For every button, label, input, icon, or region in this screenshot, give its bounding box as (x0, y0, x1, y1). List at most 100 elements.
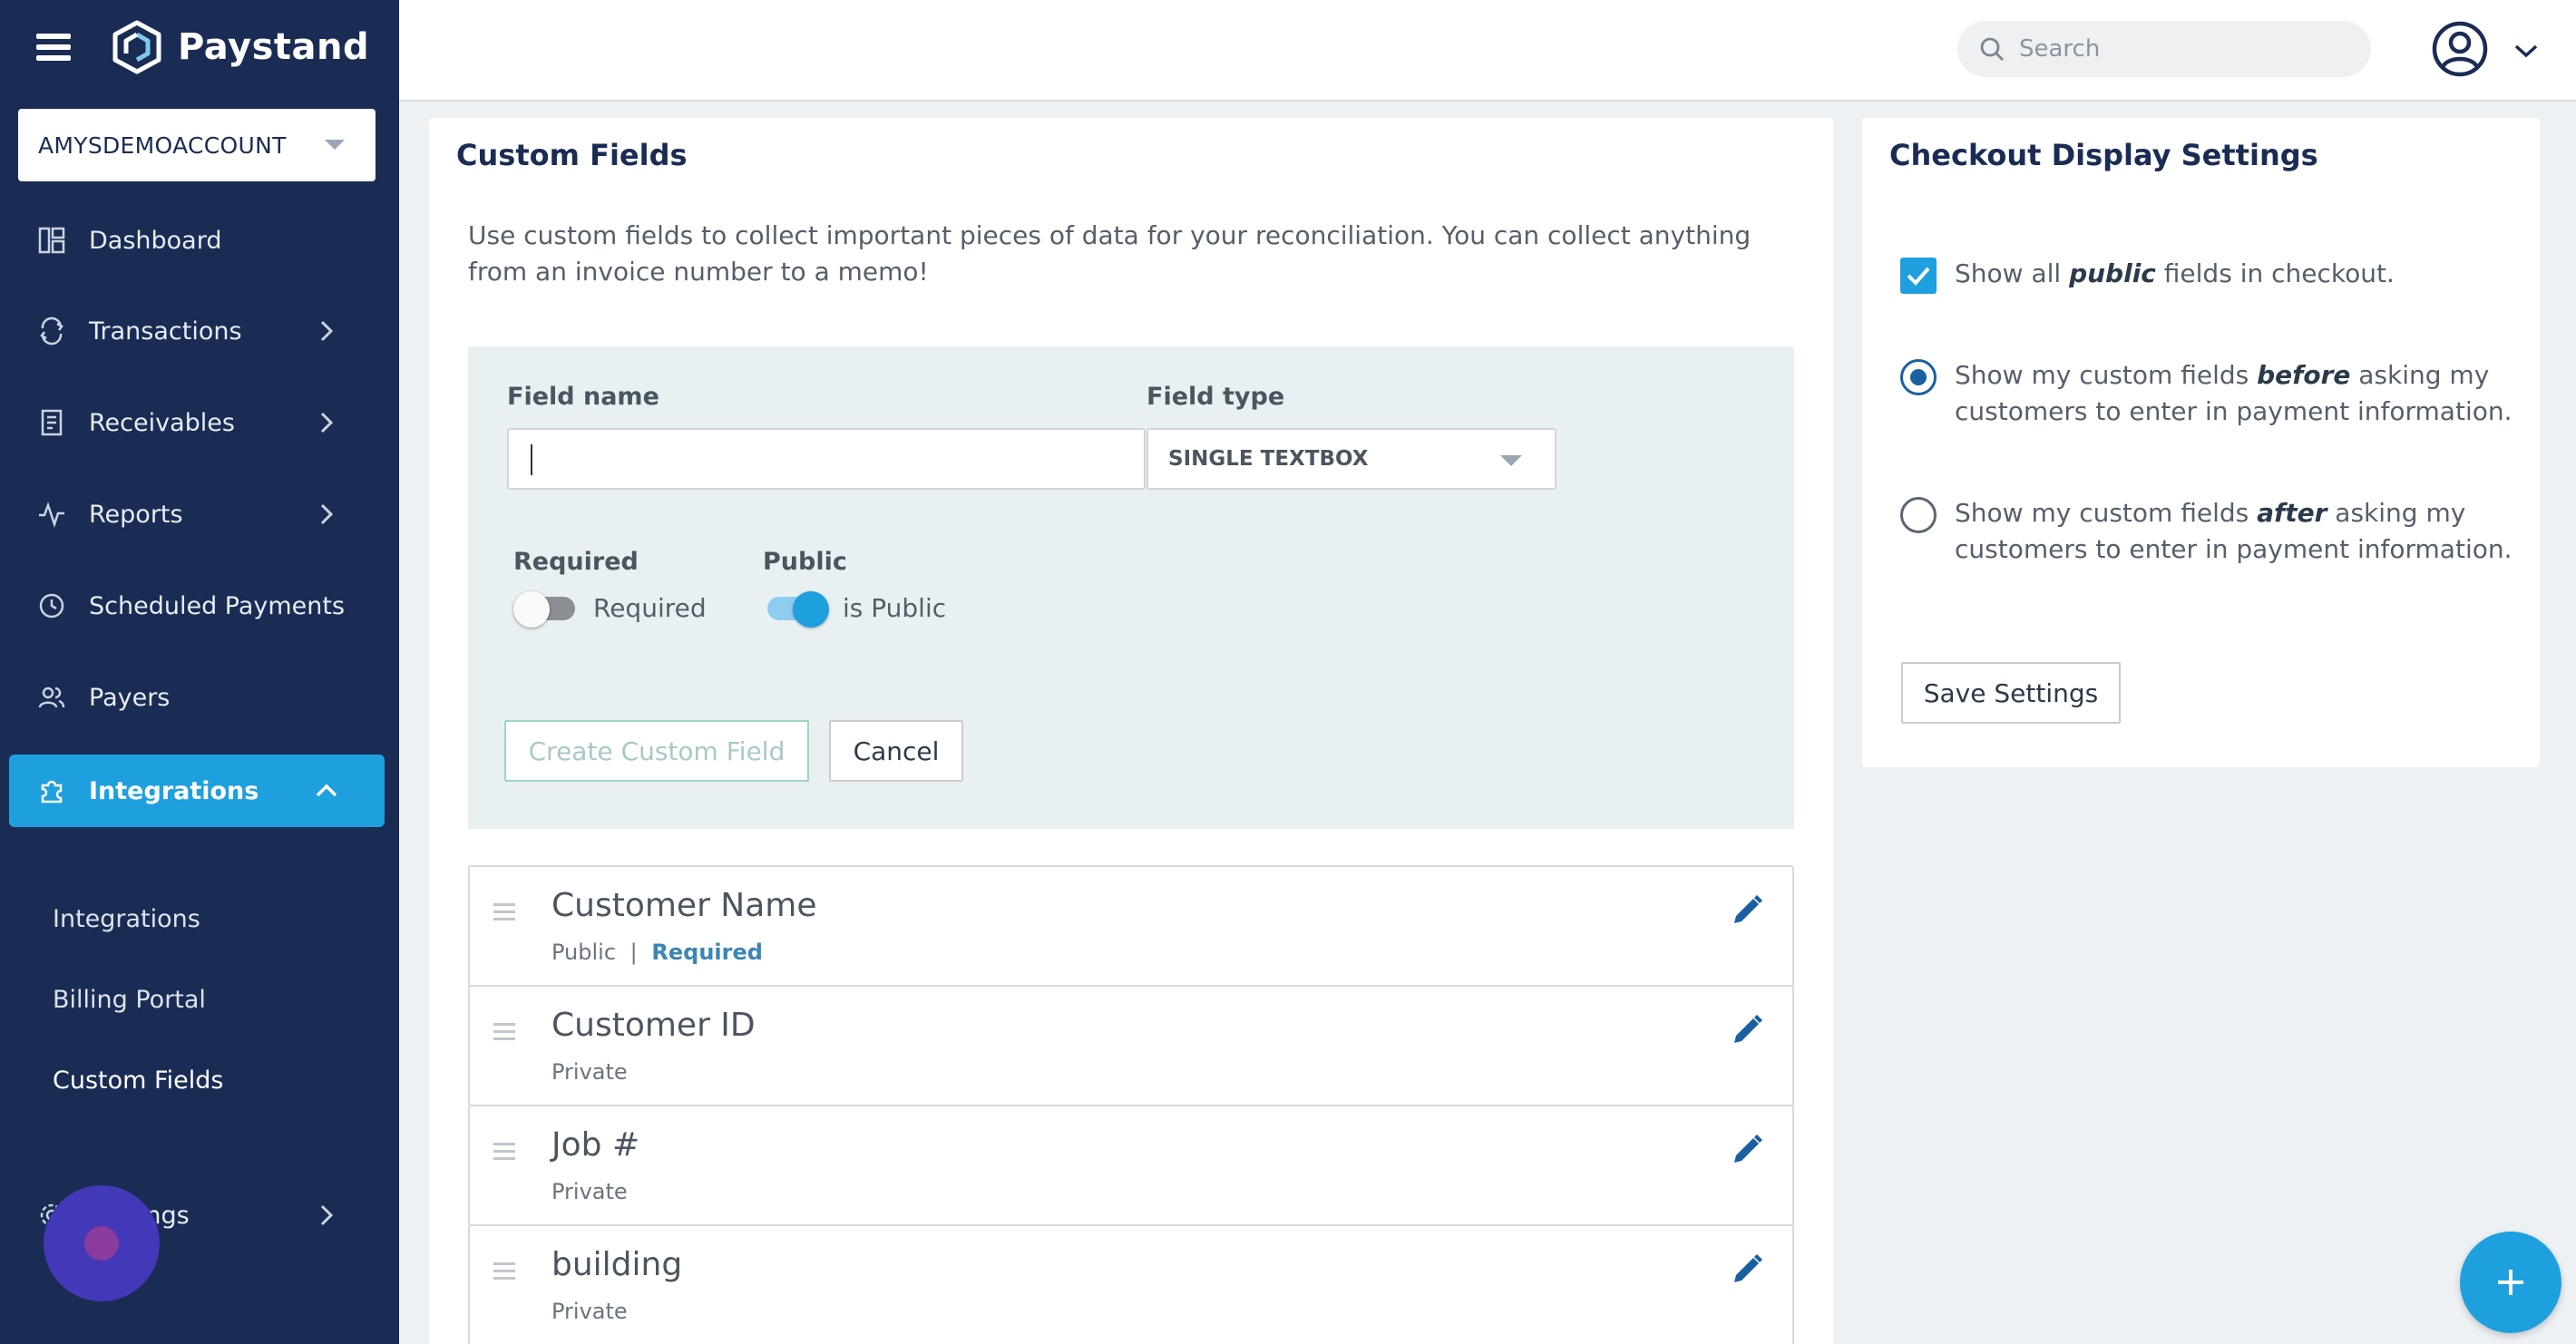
nav-dashboard[interactable]: Dashboard (9, 204, 385, 277)
topbar (399, 0, 2576, 102)
field-type-select[interactable]: SINGLE TEXTBOX (1147, 428, 1556, 490)
nav-reports-label: Reports (89, 500, 183, 529)
after-radio[interactable] (1900, 497, 1937, 533)
before-radio[interactable] (1900, 359, 1937, 395)
required-label: Required (513, 548, 639, 576)
custom-fields-card: Custom Fields Use custom fields to colle… (429, 118, 1833, 1344)
after-option-label: Show my custom fields after asking my cu… (1955, 495, 2517, 568)
show-public-checkbox[interactable] (1900, 258, 1937, 294)
puzzle-icon (36, 775, 67, 806)
field-title: Job # (551, 1126, 640, 1164)
nav-payers[interactable]: Payers (9, 661, 385, 734)
pencil-icon[interactable] (1729, 892, 1765, 929)
settings-title: Checkout Display Settings (1889, 138, 2318, 172)
text-emphasis: public (2069, 258, 2156, 288)
nav-payers-label: Payers (89, 683, 171, 712)
account-name: AMYSDEMOACCOUNT (38, 131, 287, 159)
drag-handle-icon[interactable] (493, 1143, 515, 1164)
field-meta: Private (551, 1059, 628, 1085)
pencil-icon[interactable] (1729, 1251, 1765, 1288)
field-meta: Private (551, 1299, 628, 1324)
text-fragment: Show all (1955, 258, 2070, 288)
text-fragment: Show my custom fields (1955, 498, 2258, 528)
nav-transactions[interactable]: Transactions (9, 295, 385, 367)
chevron-right-icon (320, 412, 334, 433)
list-item[interactable]: Customer Name Public | Required (468, 865, 1794, 987)
field-title: Customer Name (551, 887, 817, 924)
text-fragment: Show my custom fields (1955, 360, 2258, 390)
nav-transactions-label: Transactions (89, 317, 242, 346)
chat-icon (84, 1226, 119, 1261)
nav-scheduled-payments-label: Scheduled Payments (89, 591, 346, 620)
chevron-right-icon (320, 1204, 334, 1226)
drag-handle-icon[interactable] (493, 903, 515, 925)
caret-down-icon (1500, 455, 1522, 466)
drag-handle-icon[interactable] (493, 1262, 515, 1284)
field-title: building (551, 1246, 683, 1283)
meta-separator: | (629, 940, 638, 965)
required-toggle-label: Required (593, 593, 707, 623)
chevron-right-icon (320, 503, 334, 525)
field-type-label: Field type (1147, 383, 1285, 411)
list-item[interactable]: Job # Private (468, 1105, 1794, 1226)
nav-reports[interactable]: Reports (9, 478, 385, 550)
subnav-custom-fields[interactable]: Custom Fields (53, 1066, 223, 1095)
field-visibility: Public (551, 940, 617, 965)
transactions-icon (36, 316, 67, 346)
search-input[interactable] (2019, 35, 2346, 63)
required-badge: Required (651, 940, 763, 965)
create-custom-field-button[interactable]: Create Custom Field (504, 720, 809, 782)
custom-fields-list: Customer Name Public | Required Customer… (468, 865, 1794, 1344)
page-title: Custom Fields (456, 138, 688, 172)
field-meta: Private (551, 1179, 628, 1204)
public-toggle[interactable] (764, 589, 829, 628)
list-item[interactable]: building Private (468, 1224, 1794, 1344)
required-toggle[interactable] (513, 589, 579, 628)
receivables-icon (36, 407, 67, 438)
search-box[interactable] (1957, 21, 2371, 77)
brand: Paystand (36, 20, 369, 74)
dashboard-icon (36, 225, 67, 256)
nav-scheduled-payments[interactable]: Scheduled Payments (9, 570, 385, 642)
chevron-up-icon (316, 784, 337, 797)
field-meta: Public | Required (551, 940, 763, 965)
add-button[interactable] (2460, 1232, 2561, 1333)
pencil-icon[interactable] (1729, 1012, 1765, 1048)
field-visibility: Private (551, 1059, 628, 1085)
field-visibility: Private (551, 1179, 628, 1204)
drag-handle-icon[interactable] (493, 1023, 515, 1045)
text-emphasis: before (2257, 360, 2351, 390)
nav-receivables[interactable]: Receivables (9, 386, 385, 459)
user-avatar-icon[interactable] (2431, 20, 2489, 78)
clock-icon (36, 590, 67, 621)
caret-down-icon (325, 140, 345, 150)
nav-integrations-label: Integrations (89, 776, 259, 805)
field-name-label: Field name (507, 383, 659, 411)
checkout-settings-card: Checkout Display Settings Show all publi… (1862, 118, 2540, 767)
field-title: Customer ID (551, 1007, 756, 1044)
chevron-down-icon[interactable] (2513, 42, 2540, 60)
list-item[interactable]: Customer ID Private (468, 985, 1794, 1106)
users-icon (36, 682, 67, 713)
account-select[interactable]: AMYSDEMOACCOUNT (18, 109, 376, 181)
brand-name: Paystand (178, 26, 370, 68)
reports-icon (36, 499, 67, 530)
paystand-logo-icon (112, 20, 161, 74)
text-fragment: fields in checkout. (2155, 258, 2395, 288)
pencil-icon[interactable] (1729, 1132, 1765, 1168)
save-settings-button[interactable]: Save Settings (1901, 662, 2121, 724)
nav-integrations[interactable]: Integrations (9, 755, 385, 827)
cancel-button[interactable]: Cancel (829, 720, 963, 782)
chevron-right-icon (320, 320, 334, 342)
subnav-integrations[interactable]: Integrations (53, 905, 200, 933)
show-public-label: Show all public fields in checkout. (1955, 256, 2517, 292)
subnav-billing-portal[interactable]: Billing Portal (53, 986, 206, 1014)
help-chat-button[interactable] (44, 1185, 160, 1301)
menu-icon[interactable] (36, 34, 71, 61)
text-cursor (531, 444, 532, 475)
public-label: Public (763, 548, 847, 576)
nav-receivables-label: Receivables (89, 408, 235, 437)
search-icon (1980, 37, 2004, 61)
checkmark-icon (1907, 267, 1930, 286)
field-name-input[interactable] (507, 428, 1146, 490)
